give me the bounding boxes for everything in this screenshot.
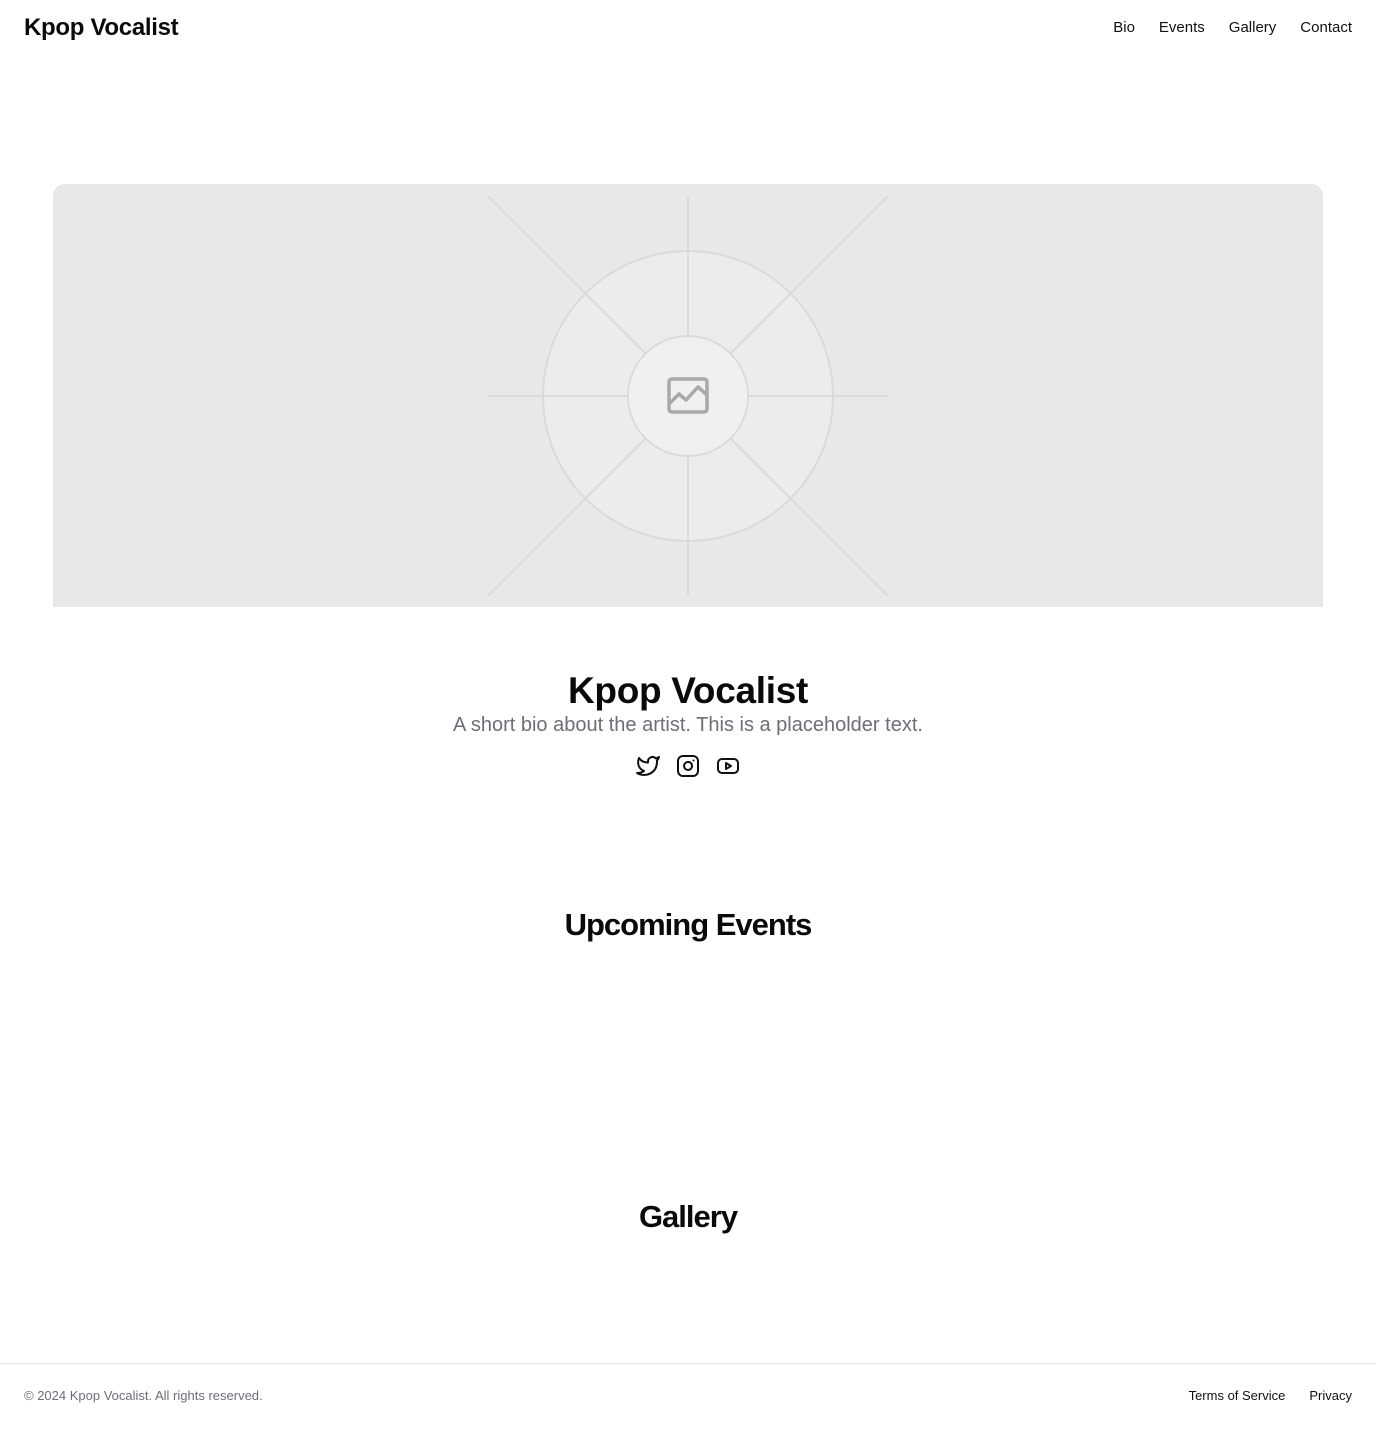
privacy-link[interactable]: Privacy [1309, 1387, 1352, 1405]
artist-bio: A short bio about the artist. This is a … [453, 714, 923, 736]
youtube-icon [717, 758, 739, 774]
site-footer: © 2024 Kpop Vocalist. All rights reserve… [0, 1363, 1376, 1429]
brand-logo-link[interactable]: Kpop Vocalist [24, 13, 179, 43]
instagram-icon [677, 755, 699, 777]
placeholder-graphic [487, 195, 889, 597]
twitter-link[interactable] [636, 754, 660, 778]
site-header: Kpop Vocalist Bio Events Gallery Contact [0, 0, 1376, 56]
social-links [0, 754, 1376, 778]
nav-link-contact[interactable]: Contact [1300, 17, 1352, 39]
instagram-link[interactable] [676, 754, 700, 778]
terms-link[interactable]: Terms of Service [1189, 1387, 1286, 1405]
nav-link-gallery[interactable]: Gallery [1229, 17, 1277, 39]
nav-link-events[interactable]: Events [1159, 17, 1205, 39]
gallery-section-title: Gallery [638, 1199, 738, 1234]
main-nav: Bio Events Gallery Contact [1113, 17, 1352, 39]
events-section-title: Upcoming Events [564, 907, 813, 942]
footer-links: Terms of Service Privacy [1189, 1387, 1352, 1405]
youtube-link[interactable] [716, 754, 740, 778]
nav-link-bio[interactable]: Bio [1113, 17, 1135, 39]
twitter-icon [636, 756, 660, 776]
copyright-text: © 2024 Kpop Vocalist. All rights reserve… [24, 1388, 263, 1403]
hero-image-placeholder [53, 184, 1323, 607]
artist-name: Kpop Vocalist [567, 670, 809, 711]
